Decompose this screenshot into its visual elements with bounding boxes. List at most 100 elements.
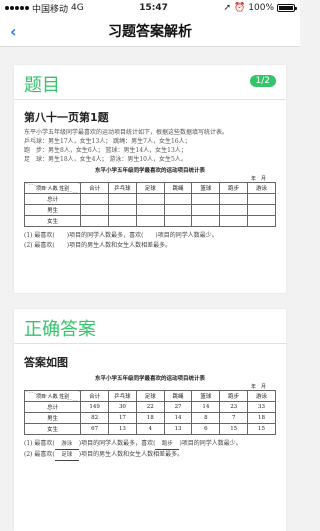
empty-cell <box>108 204 137 216</box>
empty-cell <box>108 193 137 205</box>
question-text: (1) 最喜欢( <box>24 440 55 447</box>
answer-stat-table: 项目 人数 性别 合计 乒乓球 足球 跳绳 篮球 跑步 游泳 总计 149 30… <box>23 390 276 435</box>
answer-label: 答案如图 <box>24 356 68 369</box>
sub-questions: (1) 最喜欢( )项目的同学人数最多，喜欢( )项目的同学人数最少。 (2) … <box>24 231 276 251</box>
row-label: 男生 <box>23 204 82 216</box>
diag-label: 项目 <box>35 185 46 192</box>
question-section-title: 题目 <box>24 75 60 96</box>
table-row: 男生 82 17 18 14 8 7 18 <box>23 412 276 424</box>
empty-cell <box>80 215 110 227</box>
table-diag-cell: 项目 人数 性别 <box>23 390 82 402</box>
column-header: 篮球 <box>191 182 221 194</box>
alarm-icon: ⏰ <box>234 3 246 13</box>
question-title: 第八十一页第1题 <box>24 111 109 124</box>
empty-cell <box>191 204 221 216</box>
status-right: ➚ ⏰ 100% <box>223 3 297 13</box>
table-cell: 22 <box>135 401 165 413</box>
diag-label: 性别 <box>59 185 70 192</box>
table-title: 东平小学五年级同学最喜欢的运动项目统计表 <box>94 168 205 174</box>
table-cell: 149 <box>80 401 110 413</box>
network-label: 4G <box>71 3 84 13</box>
problem-line: 东平小学五年级同学最喜欢的运动项目统计如下，根据这些数据填写统计表。 <box>24 129 229 136</box>
table-cell: 23 <box>219 401 249 413</box>
battery-label: 100% <box>248 3 274 13</box>
page-title: 习题答案解析 <box>108 24 192 40</box>
empty-cell <box>163 215 193 227</box>
column-header: 游泳 <box>247 182 276 194</box>
empty-cell <box>191 193 221 205</box>
table-date: 年 月 <box>250 384 266 390</box>
table-row: 女生 67 13 4 13 6 15 15 <box>23 423 276 435</box>
question-text: )项目的同学人数最多，喜欢( <box>78 440 156 447</box>
column-header: 乒乓球 <box>108 390 137 402</box>
empty-cell <box>219 204 249 216</box>
question-text: )项目的同学人数最少。 <box>179 440 242 447</box>
back-chevron-icon[interactable]: ‹ <box>10 22 17 41</box>
status-time: 15:47 <box>139 3 168 13</box>
table-row: 男生 <box>23 204 276 216</box>
empty-cell <box>219 193 249 205</box>
table-cell: 13 <box>163 423 193 435</box>
empty-cell <box>219 215 249 227</box>
column-header: 乒乓球 <box>108 182 137 194</box>
table-row: 总计 149 30 22 27 14 23 33 <box>23 401 276 413</box>
table-cell: 82 <box>80 412 110 424</box>
filled-answer: 游泳 <box>54 439 79 450</box>
empty-cell <box>135 193 165 205</box>
table-cell: 18 <box>135 412 165 424</box>
row-label: 总计 <box>23 401 82 413</box>
table-cell: 17 <box>108 412 137 424</box>
location-icon: ➚ <box>223 3 232 13</box>
empty-cell <box>247 215 276 227</box>
table-cell: 14 <box>191 401 221 413</box>
table-row: 总计 <box>23 193 276 205</box>
column-header: 跑步 <box>219 390 249 402</box>
battery-icon <box>277 4 297 12</box>
table-cell: 15 <box>219 423 249 435</box>
table-diag-cell: 项目 人数 性别 <box>23 182 82 194</box>
table-cell: 8 <box>191 412 221 424</box>
empty-cell <box>247 204 276 216</box>
column-header: 合计 <box>80 182 110 194</box>
table-cell: 7 <box>219 412 249 424</box>
empty-cell <box>135 215 165 227</box>
table-cell: 67 <box>80 423 110 435</box>
column-header: 足球 <box>135 390 165 402</box>
filled-answer: 足球 <box>54 450 79 461</box>
nav-bar: ‹ 习题答案解析 <box>0 16 300 47</box>
table-cell: 27 <box>163 401 193 413</box>
blank-stat-table: 项目 人数 性别 合计 乒乓球 足球 跳绳 篮球 跑步 游泳 总计 男生 女生 <box>23 182 276 227</box>
status-bar: 中国移动 4G 15:47 ➚ ⏰ 100% <box>0 0 300 16</box>
empty-cell <box>191 215 221 227</box>
row-label: 总计 <box>23 193 82 205</box>
column-header: 篮球 <box>191 390 221 402</box>
table-cell: 30 <box>108 401 137 413</box>
empty-cell <box>163 204 193 216</box>
column-header: 跳绳 <box>163 182 193 194</box>
empty-cell <box>80 204 110 216</box>
answer-card: 正确答案 答案如图 东平小学五年级同学最喜欢的运动项目统计表 年 月 项目 人数… <box>14 309 286 531</box>
empty-cell <box>108 215 137 227</box>
answered-question-1: (1) 最喜欢(游泳)项目的同学人数最多，喜欢(跑步)项目的同学人数最少。 <box>24 439 276 450</box>
row-label: 女生 <box>23 215 82 227</box>
diag-label: 人数 <box>47 185 58 192</box>
row-label: 女生 <box>23 423 82 435</box>
problem-line: 足 球：男生18人，女生4人； 游泳：男生10人，女生5人。 <box>24 156 187 163</box>
table-title: 东平小学五年级同学最喜欢的运动项目统计表 <box>94 376 205 382</box>
sub-question: (1) 最喜欢( )项目的同学人数最多，喜欢( )项目的同学人数最少。 <box>24 232 218 239</box>
sub-question: (2) 最喜欢( )项目的男生人数和女生人数相差最多。 <box>24 242 172 249</box>
problem-line: 跑 步：男生8人，女生6人； 篮球：男生14人，女生13人； <box>24 147 187 154</box>
question-text: )项目的男生人数和女生人数相差最多。 <box>78 451 184 458</box>
table-cell: 4 <box>135 423 165 435</box>
empty-cell <box>163 193 193 205</box>
filled-answer: 跑步 <box>155 439 180 450</box>
table-header-row: 项目 人数 性别 合计 乒乓球 足球 跳绳 篮球 跑步 游泳 <box>23 390 276 402</box>
problem-text: 东平小学五年级同学最喜欢的运动项目统计如下，根据这些数据填写统计表。 乒乓球：男… <box>24 128 276 164</box>
answered-question-2: (2) 最喜欢(足球)项目的男生人数和女生人数相差最多。 <box>24 450 276 461</box>
table-header-row: 项目 人数 性别 合计 乒乓球 足球 跳绳 篮球 跑步 游泳 <box>23 182 276 194</box>
empty-cell <box>135 204 165 216</box>
answer-section-title: 正确答案 <box>24 319 96 340</box>
problem-line: 乒乓球：男生17人，女生13人； 跳绳：男生7人，女生16人； <box>24 138 191 145</box>
diag-label: 人数 <box>47 393 58 400</box>
question-text: (2) 最喜欢( <box>24 451 55 458</box>
